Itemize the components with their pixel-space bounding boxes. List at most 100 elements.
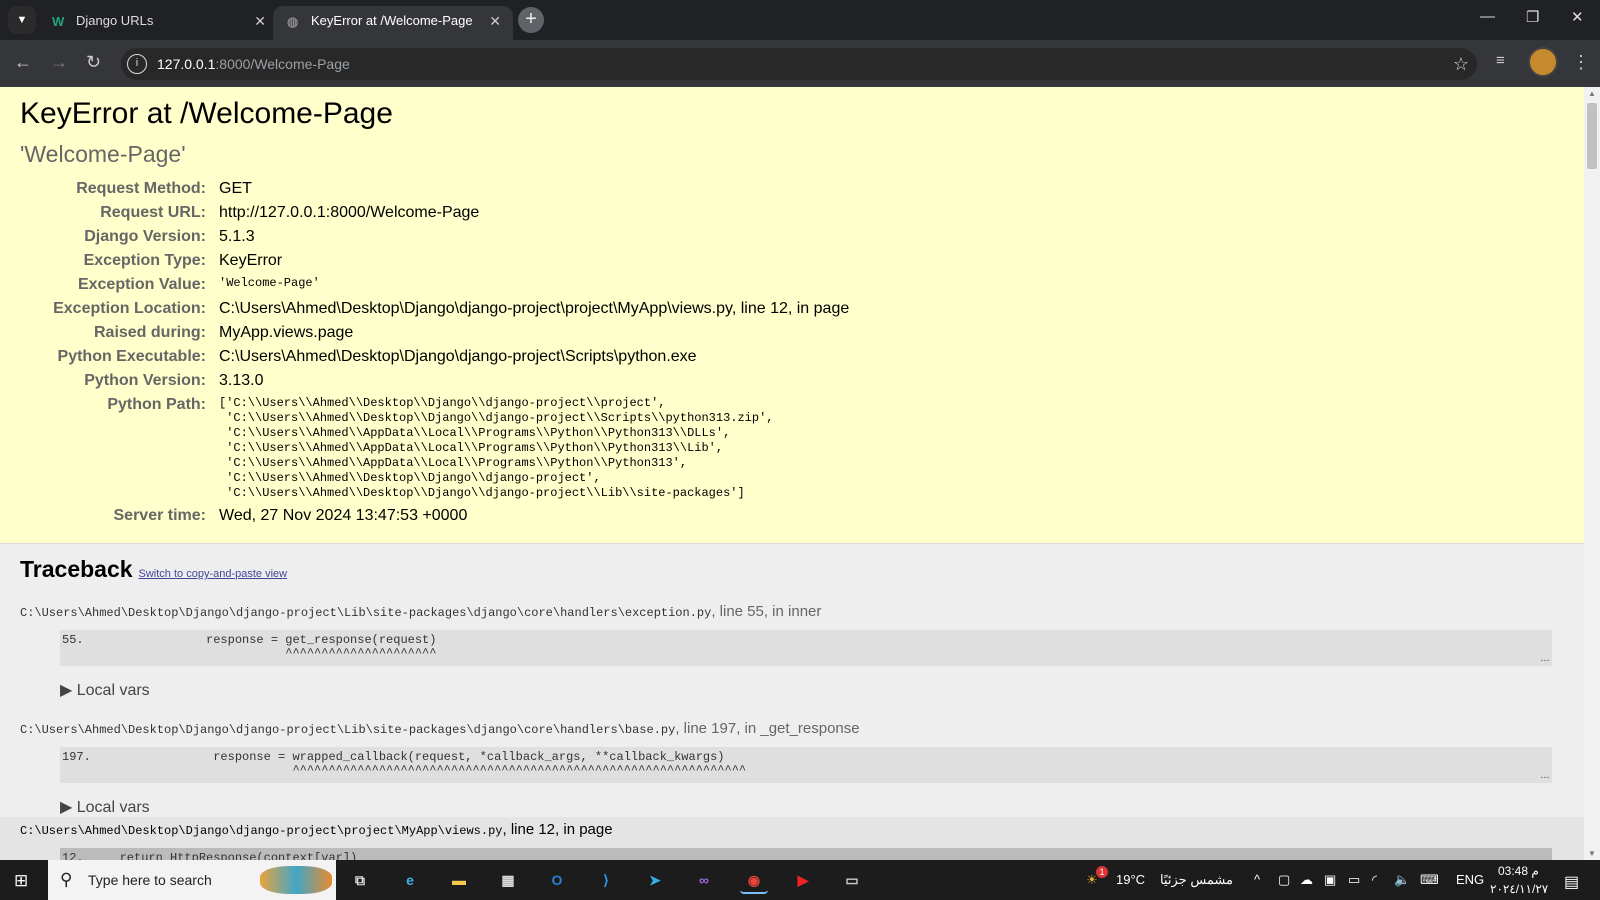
- close-window-icon[interactable]: ✕: [1571, 8, 1584, 26]
- error-summary: KeyError at /Welcome-Page 'Welcome-Page'…: [0, 87, 1584, 544]
- meta-row: Request Method: GET: [22, 178, 849, 200]
- edge-icon[interactable]: e: [396, 866, 424, 894]
- url-input[interactable]: i 127.0.0.1:8000/Welcome-Page ☆: [121, 48, 1477, 80]
- scrollbar-thumb[interactable]: [1587, 103, 1597, 169]
- frame-location: , line 197, in _get_response: [675, 720, 860, 737]
- onedrive-icon[interactable]: ☁: [1300, 872, 1313, 888]
- meta-value-text: Wed, 27 Nov 2024 13:47:53 +0000: [219, 507, 468, 524]
- windows-taskbar: ⊞ ⚲ Type here to search ⧉ e ▬ ▦ O ⟩ ➤ ∞ …: [0, 860, 1600, 900]
- wifi-icon[interactable]: ◜: [1372, 872, 1377, 888]
- page-scrollbar[interactable]: ▲ ▼: [1584, 87, 1600, 860]
- task-view-icon[interactable]: ⧉: [346, 866, 374, 894]
- close-tab-icon[interactable]: ✕: [489, 6, 501, 36]
- meta-row: Exception Type: KeyError: [22, 250, 849, 272]
- traceback-frame: C:\Users\Ahmed\Desktop\Django\django-pro…: [20, 720, 1564, 817]
- meta-value-text: 5.1.3: [219, 228, 255, 245]
- meta-row: Python Path: ['C:\\Users\\Ahmed\\Desktop\…: [22, 394, 849, 503]
- meta-row: Python Executable: C:\Users\Ahmed\Desktop…: [22, 346, 849, 368]
- meta-row: Server time: Wed, 27 Nov 2024 13:47:53 +0…: [22, 505, 849, 527]
- code-context[interactable]: 55. response = get_response(request) ^^^…: [60, 630, 1552, 666]
- meta-value: ['C:\\Users\\Ahmed\\Desktop\\Django\\dja…: [219, 394, 849, 503]
- frame-path: C:\Users\Ahmed\Desktop\Django\django-pro…: [20, 824, 503, 838]
- disclosure-triangle-icon: ▶: [60, 682, 77, 699]
- vscode-icon[interactable]: ⟩: [592, 866, 620, 894]
- windows-start-icon[interactable]: ⊞: [14, 871, 28, 891]
- bookmark-star-icon[interactable]: ☆: [1453, 48, 1469, 80]
- weather-desc[interactable]: مشمس جزئيًا: [1160, 872, 1233, 888]
- taskbar-search[interactable]: ⚲ Type here to search: [48, 860, 336, 900]
- meta-value: 5.1.3: [219, 226, 849, 248]
- outlook-icon[interactable]: O: [543, 866, 571, 894]
- app-icon[interactable]: ▶: [789, 866, 817, 894]
- tab-bar: ▼ W Django URLs ✕ ◍ KeyError at /Welcome…: [0, 0, 1600, 40]
- meta-row: Raised during: MyApp.views.page: [22, 322, 849, 344]
- meta-key: Request Method:: [76, 180, 206, 197]
- terminal-icon[interactable]: ▭: [838, 866, 866, 894]
- code-line: 55. response = get_response(request) ^^^…: [62, 633, 437, 660]
- visual-studio-icon[interactable]: ∞: [690, 866, 718, 894]
- globe-icon: ◍: [287, 14, 299, 29]
- restore-icon[interactable]: ❐: [1526, 8, 1539, 26]
- notifications-icon[interactable]: ▤: [1564, 872, 1579, 892]
- code-context[interactable]: 12. return HttpResponse(context[var]) ^^…: [60, 848, 1552, 860]
- store-icon[interactable]: ▦: [494, 866, 522, 894]
- url-path: :8000/Welcome-Page: [215, 56, 350, 72]
- new-tab-button[interactable]: +: [518, 7, 544, 33]
- local-vars-toggle[interactable]: ▶ Local vars: [60, 680, 1564, 700]
- tab-search-button[interactable]: ▼: [8, 6, 36, 34]
- meta-key: Server time:: [113, 507, 207, 524]
- url-host: 127.0.0.1: [157, 56, 216, 72]
- address-toolbar: ← → ↻ i 127.0.0.1:8000/Welcome-Page ☆ ≡ …: [0, 40, 1600, 87]
- traceback-frame: C:\Users\Ahmed\Desktop\Django\django-pro…: [20, 603, 1564, 700]
- switch-copy-paste-link[interactable]: Switch to copy-and-paste view: [139, 568, 288, 580]
- back-icon[interactable]: ←: [14, 52, 32, 73]
- reload-icon[interactable]: ↻: [86, 52, 101, 73]
- tab-title: Django URLs: [76, 13, 154, 28]
- menu-icon[interactable]: ⋮: [1572, 52, 1590, 73]
- meta-row: Django Version: 5.1.3: [22, 226, 849, 248]
- local-vars-toggle[interactable]: ▶ Local vars: [60, 797, 1564, 817]
- meta-value-text: GET: [219, 180, 252, 197]
- traceback-frame: C:\Users\Ahmed\Desktop\Django\django-pro…: [0, 817, 1584, 860]
- code-context[interactable]: 197. response = wrapped_callback(request…: [60, 747, 1552, 783]
- device-icon[interactable]: ▣: [1324, 872, 1336, 888]
- meta-value-text: ['C:\\Users\\Ahmed\\Desktop\\Django\\dja…: [219, 396, 774, 500]
- keyboard-icon[interactable]: ⌨: [1420, 872, 1439, 888]
- meta-row: Exception Value: 'Welcome-Page': [22, 274, 849, 296]
- clock-time[interactable]: 03:48 م: [1498, 864, 1539, 878]
- telegram-icon[interactable]: ➤: [641, 866, 669, 894]
- minimize-icon[interactable]: —: [1480, 8, 1495, 25]
- meta-value-text: KeyError: [219, 252, 283, 269]
- clock-date[interactable]: ٢٠٢٤/١١/٢٧: [1490, 882, 1548, 896]
- request-meta-table: Request Method: GET Request URL: http://127…: [20, 176, 851, 529]
- media-control-icon[interactable]: ≡: [1496, 52, 1505, 69]
- file-explorer-icon[interactable]: ▬: [445, 866, 473, 894]
- weather-temp[interactable]: 19°C: [1116, 872, 1145, 887]
- meta-value: 3.13.0: [219, 370, 849, 392]
- expand-context-icon[interactable]: …: [1540, 770, 1550, 781]
- profile-avatar[interactable]: [1528, 47, 1558, 77]
- meta-key: Django Version:: [84, 228, 206, 245]
- tab-keyerror[interactable]: ◍ KeyError at /Welcome-Page ✕: [273, 6, 513, 40]
- forward-icon[interactable]: →: [50, 52, 68, 73]
- tray-chevron-icon[interactable]: ^: [1254, 872, 1260, 887]
- camera-icon[interactable]: ▢: [1278, 872, 1290, 888]
- site-info-icon[interactable]: i: [127, 54, 147, 74]
- search-placeholder: Type here to search: [88, 872, 212, 888]
- language-indicator[interactable]: ENG: [1456, 872, 1484, 887]
- volume-icon[interactable]: 🔈: [1394, 872, 1410, 888]
- close-tab-icon[interactable]: ✕: [254, 6, 266, 36]
- django-error-page: KeyError at /Welcome-Page 'Welcome-Page'…: [0, 87, 1584, 860]
- chrome-icon[interactable]: ◉: [740, 866, 768, 894]
- scroll-up-icon[interactable]: ▲: [1588, 89, 1596, 98]
- meta-key: Exception Value:: [77, 276, 206, 293]
- battery-icon[interactable]: ▭: [1348, 872, 1360, 888]
- tab-django-urls[interactable]: W Django URLs ✕: [38, 6, 278, 40]
- code-line: 12. return HttpResponse(context[var]) ^^…: [62, 851, 358, 861]
- scroll-down-icon[interactable]: ▼: [1588, 849, 1596, 858]
- meta-value: MyApp.views.page: [219, 322, 849, 344]
- search-highlight-image: [260, 866, 332, 894]
- frame-location: , line 12, in page: [502, 821, 613, 838]
- meta-value-text: 'Welcome-Page': [219, 276, 320, 290]
- expand-context-icon[interactable]: …: [1540, 653, 1550, 664]
